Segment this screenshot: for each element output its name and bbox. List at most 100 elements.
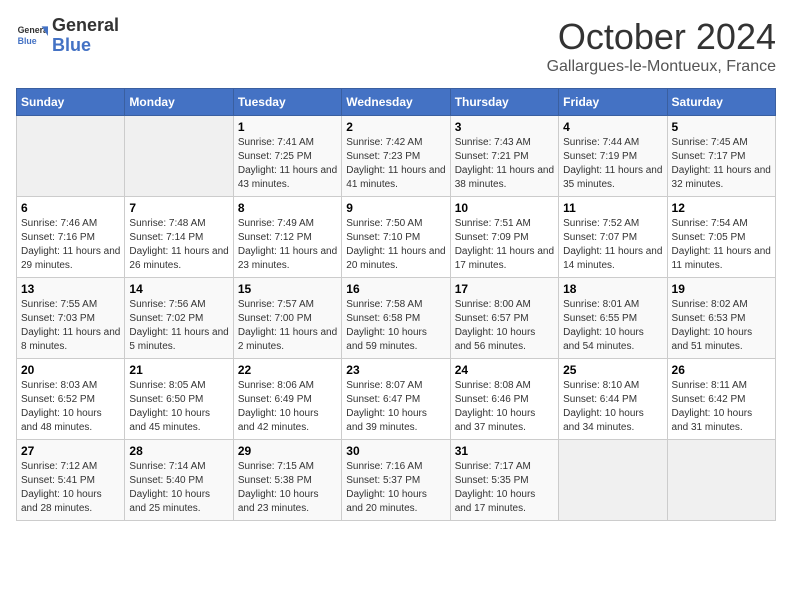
calendar-cell: 11 Sunrise: 7:52 AMSunset: 7:07 PMDayligh… bbox=[559, 197, 667, 278]
day-info: Sunrise: 7:55 AMSunset: 7:03 PMDaylight:… bbox=[21, 298, 120, 354]
day-info: Sunrise: 7:44 AMSunset: 7:19 PMDaylight:… bbox=[563, 136, 662, 192]
calendar-cell: 12Sunrise: 7:54 AMSunset: 7:05 PMDayligh… bbox=[667, 197, 775, 278]
calendar-cell: 21Sunrise: 8:05 AMSunset: 6:50 PMDayligh… bbox=[125, 359, 233, 440]
calendar-cell: 4 Sunrise: 7:44 AMSunset: 7:19 PMDaylight… bbox=[559, 116, 667, 197]
week-row-2: 6Sunrise: 7:46 AMSunset: 7:16 PMDaylight… bbox=[17, 197, 776, 278]
day-number: 13 bbox=[21, 282, 120, 296]
calendar-cell: 26Sunrise: 8:11 AMSunset: 6:42 PMDayligh… bbox=[667, 359, 775, 440]
day-info: Sunrise: 7:49 AMSunset: 7:12 PMDaylight:… bbox=[238, 217, 337, 273]
day-number: 29 bbox=[238, 444, 337, 458]
day-number: 7 bbox=[129, 201, 228, 215]
header-day-friday: Friday bbox=[559, 89, 667, 116]
day-info: Sunrise: 7:52 AMSunset: 7:07 PMDaylight:… bbox=[563, 217, 662, 273]
day-number: 20 bbox=[21, 363, 120, 377]
day-info: Sunrise: 7:57 AMSunset: 7:00 PMDaylight:… bbox=[238, 298, 337, 354]
day-number: 18 bbox=[563, 282, 662, 296]
day-info: Sunrise: 7:51 AMSunset: 7:09 PMDaylight:… bbox=[455, 217, 554, 273]
day-info: Sunrise: 7:45 AMSunset: 7:17 PMDaylight:… bbox=[672, 136, 771, 192]
day-info: Sunrise: 8:11 AMSunset: 6:42 PMDaylight:… bbox=[672, 379, 771, 435]
day-number: 30 bbox=[346, 444, 445, 458]
day-number: 15 bbox=[238, 282, 337, 296]
calendar-cell: 14 Sunrise: 7:56 AMSunset: 7:02 PMDayligh… bbox=[125, 278, 233, 359]
calendar-cell: 29 Sunrise: 7:15 AMSunset: 5:38 PMDayligh… bbox=[233, 440, 341, 521]
week-row-4: 20Sunrise: 8:03 AMSunset: 6:52 PMDayligh… bbox=[17, 359, 776, 440]
day-info: Sunrise: 8:01 AMSunset: 6:55 PMDaylight:… bbox=[563, 298, 662, 354]
day-info: Sunrise: 8:06 AMSunset: 6:49 PMDaylight:… bbox=[238, 379, 337, 435]
calendar-table: SundayMondayTuesdayWednesdayThursdayFrid… bbox=[16, 88, 776, 521]
day-info: Sunrise: 7:48 AMSunset: 7:14 PMDaylight:… bbox=[129, 217, 228, 273]
day-number: 12 bbox=[672, 201, 771, 215]
day-number: 25 bbox=[563, 363, 662, 377]
day-number: 28 bbox=[129, 444, 228, 458]
calendar-cell: 30 Sunrise: 7:16 AMSunset: 5:37 PMDayligh… bbox=[342, 440, 450, 521]
calendar-cell: 15 Sunrise: 7:57 AMSunset: 7:00 PMDayligh… bbox=[233, 278, 341, 359]
day-number: 1 bbox=[238, 120, 337, 134]
day-info: Sunrise: 7:56 AMSunset: 7:02 PMDaylight:… bbox=[129, 298, 228, 354]
day-number: 27 bbox=[21, 444, 120, 458]
calendar-cell: 5 Sunrise: 7:45 AMSunset: 7:17 PMDaylight… bbox=[667, 116, 775, 197]
calendar-cell: 19Sunrise: 8:02 AMSunset: 6:53 PMDayligh… bbox=[667, 278, 775, 359]
day-number: 10 bbox=[455, 201, 554, 215]
calendar-cell bbox=[17, 116, 125, 197]
header-day-monday: Monday bbox=[125, 89, 233, 116]
day-info: Sunrise: 7:50 AMSunset: 7:10 PMDaylight:… bbox=[346, 217, 445, 273]
calendar-cell: 3 Sunrise: 7:43 AMSunset: 7:21 PMDaylight… bbox=[450, 116, 558, 197]
calendar-cell bbox=[125, 116, 233, 197]
day-number: 3 bbox=[455, 120, 554, 134]
day-info: Sunrise: 8:08 AMSunset: 6:46 PMDaylight:… bbox=[455, 379, 554, 435]
page-header: General Blue General Blue October 2024 G… bbox=[16, 16, 776, 76]
title-block: October 2024 Gallargues-le-Montueux, Fra… bbox=[547, 16, 776, 76]
day-number: 31 bbox=[455, 444, 554, 458]
calendar-cell: 16 Sunrise: 7:58 AMSunset: 6:58 PMDayligh… bbox=[342, 278, 450, 359]
day-number: 11 bbox=[563, 201, 662, 215]
calendar-cell: 28 Sunrise: 7:14 AMSunset: 5:40 PMDayligh… bbox=[125, 440, 233, 521]
week-row-1: 1 Sunrise: 7:41 AMSunset: 7:25 PMDaylight… bbox=[17, 116, 776, 197]
header-day-thursday: Thursday bbox=[450, 89, 558, 116]
day-number: 14 bbox=[129, 282, 228, 296]
day-number: 23 bbox=[346, 363, 445, 377]
day-info: Sunrise: 7:15 AMSunset: 5:38 PMDaylight:… bbox=[238, 460, 337, 516]
day-number: 8 bbox=[238, 201, 337, 215]
logo-text: General Blue bbox=[52, 16, 119, 56]
day-number: 5 bbox=[672, 120, 771, 134]
calendar-cell: 6Sunrise: 7:46 AMSunset: 7:16 PMDaylight… bbox=[17, 197, 125, 278]
day-number: 21 bbox=[129, 363, 228, 377]
calendar-cell: 25 Sunrise: 8:10 AMSunset: 6:44 PMDayligh… bbox=[559, 359, 667, 440]
week-row-5: 27 Sunrise: 7:12 AMSunset: 5:41 PMDayligh… bbox=[17, 440, 776, 521]
calendar-cell: 13 Sunrise: 7:55 AMSunset: 7:03 PMDayligh… bbox=[17, 278, 125, 359]
day-info: Sunrise: 8:02 AMSunset: 6:53 PMDaylight:… bbox=[672, 298, 771, 354]
calendar-cell: 22Sunrise: 8:06 AMSunset: 6:49 PMDayligh… bbox=[233, 359, 341, 440]
day-info: Sunrise: 7:58 AMSunset: 6:58 PMDaylight:… bbox=[346, 298, 445, 354]
day-info: Sunrise: 7:16 AMSunset: 5:37 PMDaylight:… bbox=[346, 460, 445, 516]
location-title: Gallargues-le-Montueux, France bbox=[547, 58, 776, 76]
day-info: Sunrise: 7:41 AMSunset: 7:25 PMDaylight:… bbox=[238, 136, 337, 192]
calendar-cell: 9Sunrise: 7:50 AMSunset: 7:10 PMDaylight… bbox=[342, 197, 450, 278]
calendar-cell: 18 Sunrise: 8:01 AMSunset: 6:55 PMDayligh… bbox=[559, 278, 667, 359]
day-number: 16 bbox=[346, 282, 445, 296]
day-info: Sunrise: 8:10 AMSunset: 6:44 PMDaylight:… bbox=[563, 379, 662, 435]
calendar-cell: 17 Sunrise: 8:00 AMSunset: 6:57 PMDayligh… bbox=[450, 278, 558, 359]
calendar-cell: 10 Sunrise: 7:51 AMSunset: 7:09 PMDayligh… bbox=[450, 197, 558, 278]
day-number: 24 bbox=[455, 363, 554, 377]
month-title: October 2024 bbox=[547, 16, 776, 58]
calendar-cell: 1 Sunrise: 7:41 AMSunset: 7:25 PMDaylight… bbox=[233, 116, 341, 197]
header-day-sunday: Sunday bbox=[17, 89, 125, 116]
calendar-cell: 7 Sunrise: 7:48 AMSunset: 7:14 PMDaylight… bbox=[125, 197, 233, 278]
day-number: 17 bbox=[455, 282, 554, 296]
day-info: Sunrise: 7:43 AMSunset: 7:21 PMDaylight:… bbox=[455, 136, 554, 192]
svg-text:General: General bbox=[18, 25, 48, 35]
day-info: Sunrise: 7:14 AMSunset: 5:40 PMDaylight:… bbox=[129, 460, 228, 516]
day-info: Sunrise: 8:00 AMSunset: 6:57 PMDaylight:… bbox=[455, 298, 554, 354]
logo: General Blue General Blue bbox=[16, 16, 119, 56]
day-info: Sunrise: 7:42 AMSunset: 7:23 PMDaylight:… bbox=[346, 136, 445, 192]
calendar-cell: 20Sunrise: 8:03 AMSunset: 6:52 PMDayligh… bbox=[17, 359, 125, 440]
header-day-wednesday: Wednesday bbox=[342, 89, 450, 116]
day-info: Sunrise: 8:07 AMSunset: 6:47 PMDaylight:… bbox=[346, 379, 445, 435]
header-row: SundayMondayTuesdayWednesdayThursdayFrid… bbox=[17, 89, 776, 116]
day-number: 2 bbox=[346, 120, 445, 134]
svg-text:Blue: Blue bbox=[18, 36, 37, 46]
calendar-cell: 8 Sunrise: 7:49 AMSunset: 7:12 PMDaylight… bbox=[233, 197, 341, 278]
day-info: Sunrise: 7:12 AMSunset: 5:41 PMDaylight:… bbox=[21, 460, 120, 516]
day-number: 4 bbox=[563, 120, 662, 134]
calendar-cell: 31Sunrise: 7:17 AMSunset: 5:35 PMDayligh… bbox=[450, 440, 558, 521]
